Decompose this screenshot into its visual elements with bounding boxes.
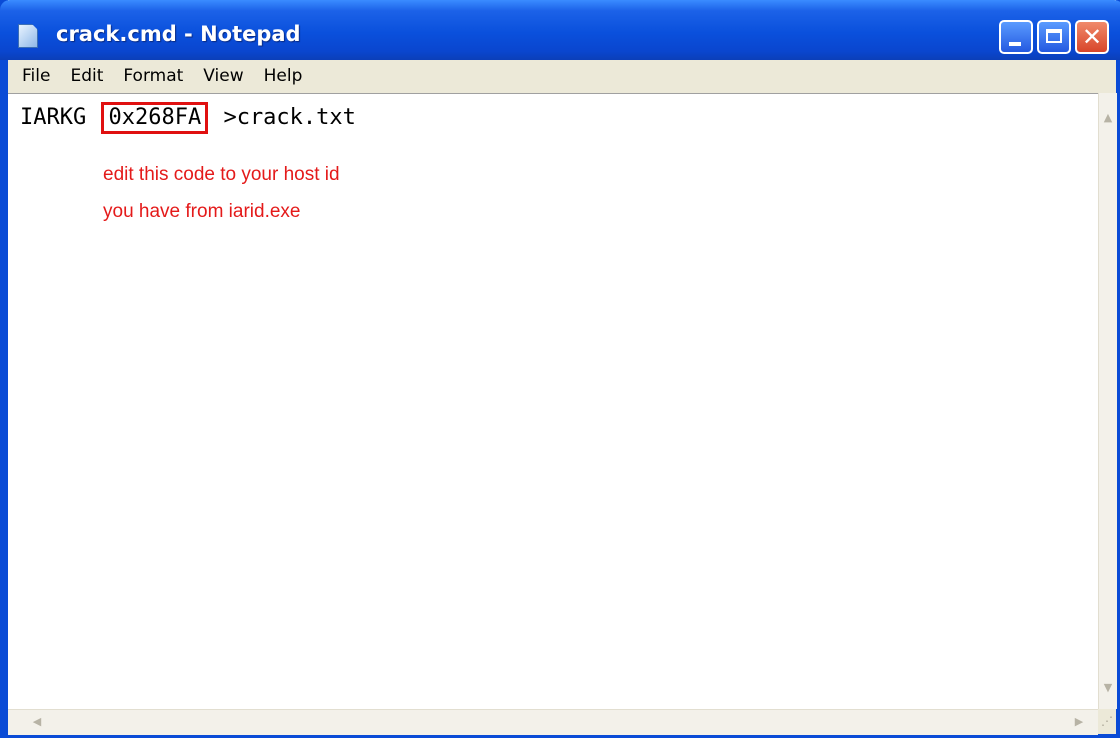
command-prefix: IARKG: [20, 105, 100, 130]
menu-edit[interactable]: Edit: [60, 66, 113, 86]
horizontal-scrollbar[interactable]: ◀ ▶: [8, 709, 1098, 735]
annotation-line-1: edit this code to your host id: [103, 164, 340, 185]
host-id-highlight: 0x268FA: [101, 102, 209, 134]
menu-help[interactable]: Help: [254, 66, 313, 86]
code-line: IARKG 0x268FA >crack.txt: [20, 102, 356, 134]
notepad-icon[interactable]: [18, 24, 38, 48]
menu-bar: File Edit Format View Help: [8, 60, 1116, 92]
maximize-button[interactable]: [1037, 20, 1071, 54]
window-title: crack.cmd - Notepad: [56, 22, 301, 46]
vertical-scrollbar[interactable]: ▲ ▼: [1098, 93, 1117, 709]
menu-view[interactable]: View: [193, 66, 253, 86]
notepad-window: crack.cmd - Notepad ✕ File Edit Format V…: [0, 0, 1120, 738]
scroll-left-icon[interactable]: ◀: [28, 713, 46, 731]
scroll-up-icon[interactable]: ▲: [1099, 109, 1117, 127]
menu-file[interactable]: File: [8, 66, 60, 86]
close-icon: ✕: [1081, 23, 1103, 51]
maximize-icon: [1046, 29, 1062, 43]
annotation-line-2: you have from iarid.exe: [103, 201, 301, 222]
command-suffix: >crack.txt: [210, 105, 356, 130]
minimize-icon: [1009, 42, 1021, 46]
close-button[interactable]: ✕: [1075, 20, 1109, 54]
resize-grip-icon[interactable]: ⋰: [1098, 709, 1116, 734]
scroll-down-icon[interactable]: ▼: [1099, 679, 1117, 697]
menu-format[interactable]: Format: [113, 66, 193, 86]
text-editor-area[interactable]: IARKG 0x268FA >crack.txt edit this code …: [8, 93, 1098, 710]
minimize-button[interactable]: [999, 20, 1033, 54]
title-bar[interactable]: crack.cmd - Notepad ✕: [0, 0, 1120, 60]
scroll-right-icon[interactable]: ▶: [1070, 713, 1088, 731]
